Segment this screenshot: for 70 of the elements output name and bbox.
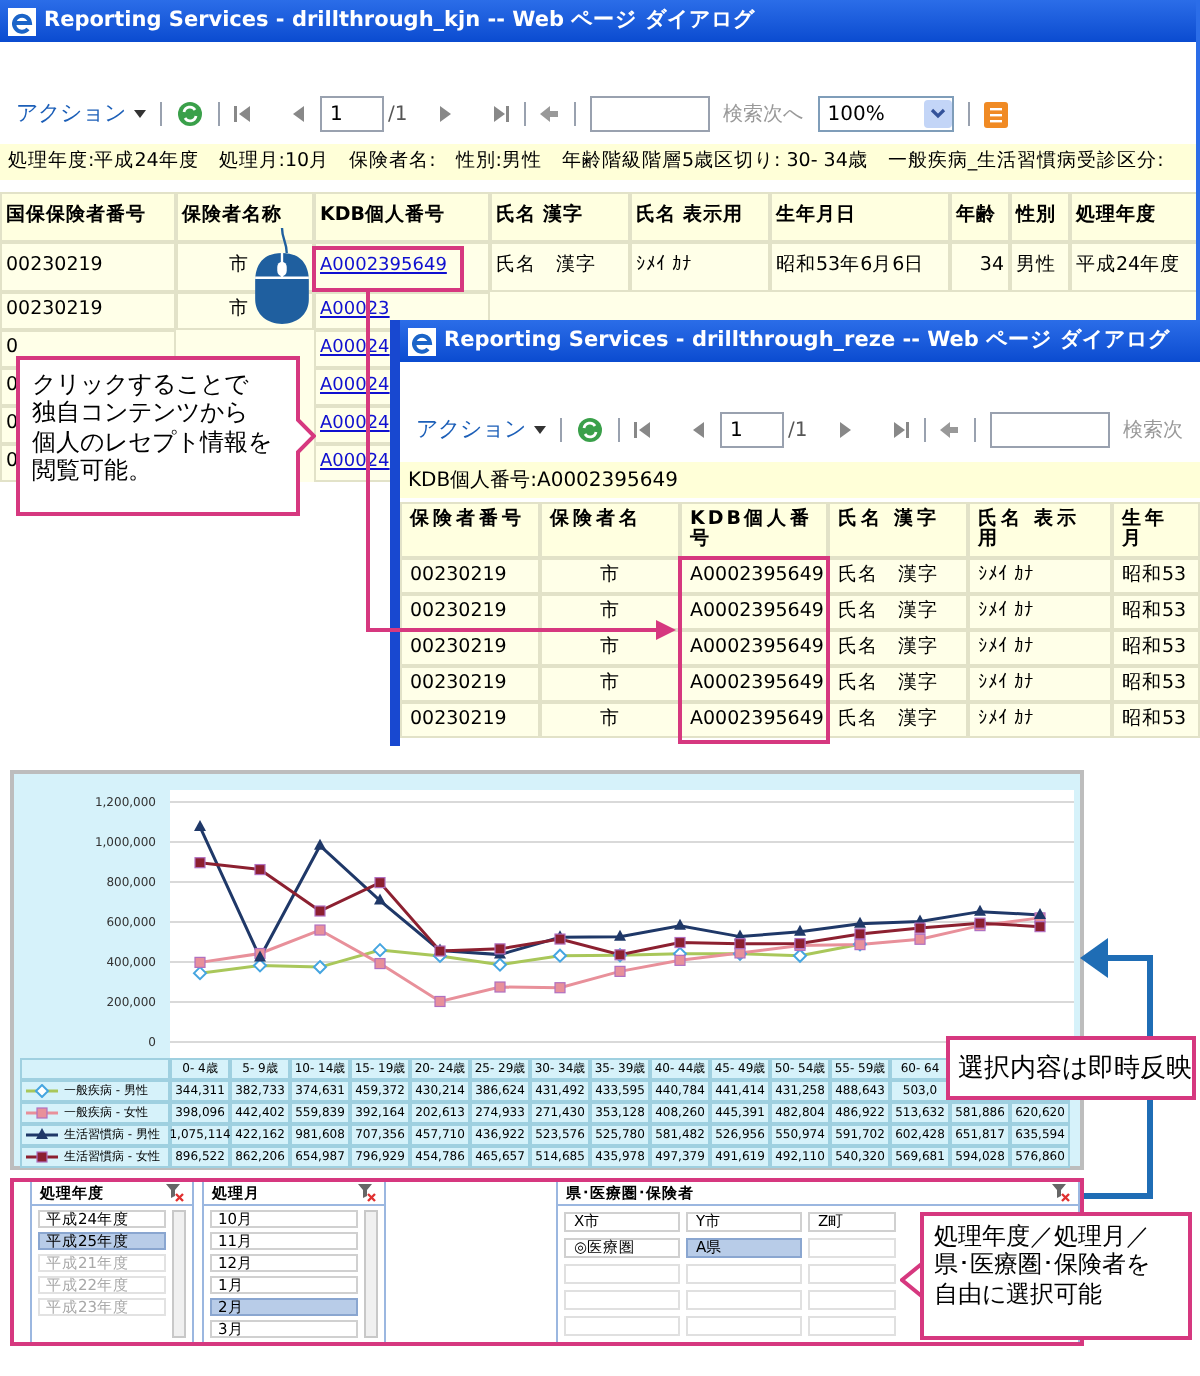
table-cell-text: ｼﾒｲ ｶﾅ	[978, 705, 1035, 734]
column-header: 処理年度	[1070, 192, 1196, 242]
parameter-text: 保険者名:	[349, 147, 436, 176]
parameter-text: 一般疾病_生活習慣病受診区分:	[887, 147, 1164, 176]
column-header: 氏名 表示用	[630, 192, 770, 242]
table-cell-text: 昭和53	[1122, 597, 1187, 626]
table-cell-text: 00230219	[410, 705, 507, 734]
table-cell-text: 00230219	[410, 633, 507, 662]
table-cell-text: 氏名 漢字	[838, 633, 938, 662]
table-cell-text: 市	[600, 597, 620, 626]
table-cell-text: A0002395649	[690, 633, 824, 662]
table-cell-text: 平成24年度	[1076, 252, 1181, 281]
column-header: 性別	[1010, 192, 1070, 242]
table-cell-text: 00230219	[6, 296, 103, 325]
window-title: Reporting Services - drillthrough_kjn -- Web ページ ダイアログ	[44, 5, 755, 36]
table-cell-text: 市	[600, 705, 620, 734]
column-header: 年齢	[950, 192, 1010, 242]
table-cell-text: A0002395649	[690, 705, 824, 734]
table-cell-text: 34	[979, 252, 1004, 281]
table-cell-text: ｼﾒｲ ｶﾅ	[636, 252, 693, 281]
column-header: 氏名 漢字	[490, 192, 630, 242]
parameter-text: 処理年度:平成24年度	[8, 147, 199, 176]
table-cell-text: 昭和53	[1122, 669, 1187, 698]
table-cell-text: 氏名 漢字	[838, 669, 938, 698]
table-cell-text: 市	[600, 669, 620, 698]
callout-text: 処理年度／処理月／ 県･医療圏･保険者を 自由に選択可能	[934, 1222, 1150, 1309]
table-cell-text: 昭和53	[1122, 633, 1187, 662]
column-header: 氏名 漢字	[828, 502, 968, 558]
table-cell-text: ｼﾒｲ ｶﾅ	[978, 633, 1035, 662]
table-cell-text: A0002395649	[690, 561, 824, 590]
table-cell-text: 昭和53年6月6日	[776, 252, 925, 281]
column-header: 氏名 表示用	[968, 502, 1112, 558]
column-header: 生年月日	[770, 192, 950, 242]
table-cell-text: 00230219	[410, 561, 507, 590]
table-cell-text: ｼﾒｲ ｶﾅ	[978, 561, 1035, 590]
column-header: 国保保険者番号	[0, 192, 176, 242]
column-header: 保険者名称	[176, 192, 314, 242]
callout-text: 選択内容は即時反映	[958, 1054, 1192, 1086]
table-cell-text: A0002395649	[690, 669, 824, 698]
table-cell-text: A0002395649	[690, 597, 824, 626]
column-header: 保険者番号	[400, 502, 540, 558]
table-cell-text: 昭和53	[1122, 705, 1187, 734]
table-cell-text: 00230219	[410, 669, 507, 698]
table-cell-text: 昭和53	[1122, 561, 1187, 590]
table-cell-text: 市	[229, 252, 249, 281]
parameter-text: 年齢階級階層5歳区切り: 30- 34歳	[562, 147, 868, 176]
table-cell-text: 00230219	[410, 597, 507, 626]
window-title: Reporting Services - drillthrough_reze -- Web ページ ダイアログ	[444, 325, 1170, 356]
table-cell-text: 氏名 漢字	[838, 561, 938, 590]
callout-text: クリックすることで 独自コンテンツから 個人のレセプト情報を 閲覧可能。	[32, 370, 272, 486]
parameter-text: 性別:男性	[455, 147, 542, 176]
table-cell-text: 男性	[1016, 252, 1056, 281]
table-cell-text: 氏名 漢字	[838, 597, 938, 626]
table-cell-text: 市	[229, 296, 249, 325]
page-total: /1	[788, 417, 808, 445]
parameter-text: KDB個人番号:A0002395649	[400, 462, 1200, 498]
table-cell-text: 0	[6, 334, 19, 363]
table-cell-text: ｼﾒｲ ｶﾅ	[978, 597, 1035, 626]
column-header: KDB個人番号	[314, 192, 490, 242]
table-cell-text: 氏名 漢字	[838, 705, 938, 734]
table-cell-text: 氏名 漢字	[496, 252, 596, 281]
column-header: KDB個人番号	[680, 502, 828, 558]
column-header: 生年月	[1112, 502, 1200, 558]
parameter-text: 処理月:10月	[218, 147, 330, 176]
page-total: /1	[388, 101, 408, 129]
column-header: 保険者名	[540, 502, 680, 558]
table-cell-text: ｼﾒｲ ｶﾅ	[978, 669, 1035, 698]
table-cell-text: 市	[600, 633, 620, 662]
table-cell-text: 00230219	[6, 252, 103, 281]
table-cell-text: 市	[600, 561, 620, 590]
